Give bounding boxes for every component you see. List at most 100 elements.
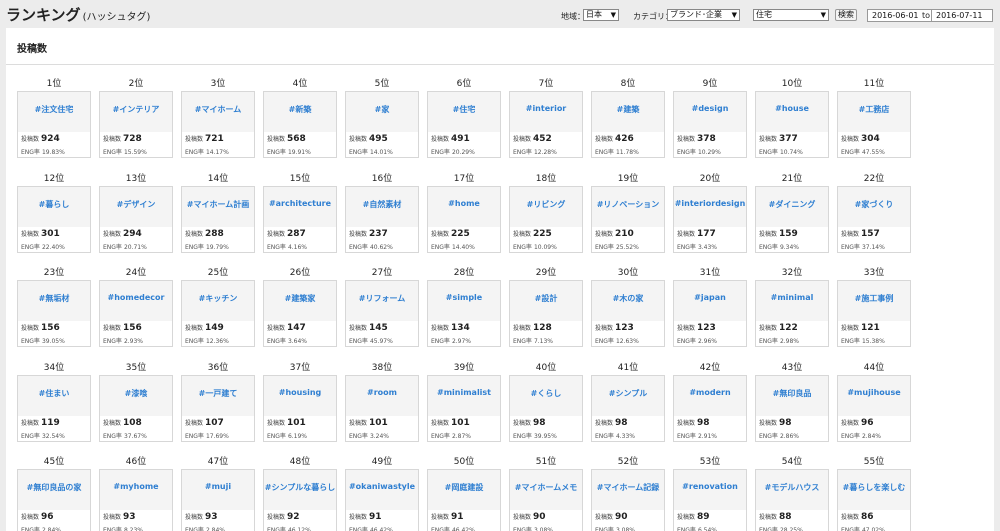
hashtag-card[interactable]: #インテリア 投稿数 728 ENG率 15.59% [99,91,173,158]
hashtag-link[interactable]: #home [428,199,500,208]
hashtag-link[interactable]: #注文住宅 [18,104,90,115]
hashtag-link[interactable]: #okaniwastyle [346,482,418,491]
hashtag-link[interactable]: #シンプルな暮らし [264,482,336,493]
hashtag-card[interactable]: #暮らしを楽しむ 投稿数 86 ENG率 47.02% [837,469,911,531]
hashtag-card[interactable]: #マイホーム記録 投稿数 90 ENG率 3.08% [591,469,665,531]
hashtag-link[interactable]: #住宅 [428,104,500,115]
hashtag-card[interactable]: #工務店 投稿数 304 ENG率 47.55% [837,91,911,158]
hashtag-link[interactable]: #interior [510,104,582,113]
hashtag-link[interactable]: #キッチン [182,293,254,304]
hashtag-link[interactable]: #新築 [264,104,336,115]
hashtag-card[interactable]: #house 投稿数 377 ENG率 10.74% [755,91,829,158]
hashtag-link[interactable]: #デザイン [100,199,172,210]
hashtag-link[interactable]: #岡庭建設 [428,482,500,493]
hashtag-card[interactable]: #simple 投稿数 134 ENG率 2.97% [427,280,501,347]
hashtag-card[interactable]: #interior 投稿数 452 ENG率 12.28% [509,91,583,158]
hashtag-card[interactable]: #シンプル 投稿数 98 ENG率 4.33% [591,374,665,442]
hashtag-card[interactable]: #muji 投稿数 93 ENG率 2.84% [181,469,255,531]
hashtag-card[interactable]: #リフォーム 投稿数 145 ENG率 45.97% [345,280,419,347]
hashtag-card[interactable]: #住まい 投稿数 119 ENG率 32.54% [17,374,91,442]
hashtag-card[interactable]: #無垢材 投稿数 156 ENG率 39.05% [17,280,91,347]
hashtag-card[interactable]: #minimalist 投稿数 101 ENG率 2.87% [427,374,501,442]
hashtag-card[interactable]: #無印良品の家 投稿数 96 ENG率 2.84% [17,469,91,531]
hashtag-card[interactable]: #一戸建て 投稿数 107 ENG率 17.69% [181,374,255,442]
hashtag-link[interactable]: #無印良品の家 [18,482,90,493]
hashtag-link[interactable]: #minimal [756,293,828,302]
hashtag-link[interactable]: #一戸建て [182,388,254,399]
hashtag-card[interactable]: #漆喰 投稿数 108 ENG率 37.67% [99,374,173,442]
hashtag-card[interactable]: #無印良品 投稿数 98 ENG率 2.86% [755,374,829,442]
hashtag-card[interactable]: #マイホーム計画 投稿数 288 ENG率 19.79% [181,185,255,253]
hashtag-link[interactable]: #建築 [592,104,664,115]
hashtag-card[interactable]: #家 投稿数 495 ENG率 14.01% [345,91,419,158]
hashtag-card[interactable]: #建築家 投稿数 147 ENG率 3.64% [263,280,337,347]
hashtag-card[interactable]: #シンプルな暮らし 投稿数 92 ENG率 46.12% [263,469,337,531]
hashtag-card[interactable]: #okaniwastyle 投稿数 91 ENG率 46.42% [345,469,419,531]
hashtag-card[interactable]: #設計 投稿数 128 ENG率 7.13% [509,280,583,347]
hashtag-card[interactable]: #建築 投稿数 426 ENG率 11.78% [591,91,665,158]
hashtag-link[interactable]: #無垢材 [18,293,90,304]
hashtag-link[interactable]: #リビング [510,199,582,210]
hashtag-card[interactable]: #新築 投稿数 568 ENG率 19.91% [263,91,337,158]
hashtag-link[interactable]: #マイホームメモ [510,482,582,493]
hashtag-card[interactable]: #デザイン 投稿数 294 ENG率 20.71% [99,185,173,253]
hashtag-link[interactable]: #暮らし [18,199,90,210]
hashtag-card[interactable]: #design 投稿数 378 ENG率 10.29% [673,91,747,158]
hashtag-card[interactable]: #マイホーム 投稿数 721 ENG率 14.17% [181,91,255,158]
hashtag-link[interactable]: #マイホーム記録 [592,482,664,493]
hashtag-link[interactable]: #自然素材 [346,199,418,210]
search-button[interactable]: 検索 [835,9,857,21]
hashtag-link[interactable]: #myhome [100,482,172,491]
hashtag-link[interactable]: #建築家 [264,293,336,304]
hashtag-card[interactable]: #マイホームメモ 投稿数 90 ENG率 3.08% [509,469,583,531]
hashtag-link[interactable]: #architecture [264,199,336,208]
hashtag-link[interactable]: #japan [674,293,746,302]
hashtag-link[interactable]: #住まい [18,388,90,399]
hashtag-link[interactable]: #マイホーム [182,104,254,115]
hashtag-link[interactable]: #工務店 [838,104,910,115]
hashtag-card[interactable]: #くらし 投稿数 98 ENG率 39.95% [509,374,583,442]
hashtag-card[interactable]: #renovation 投稿数 89 ENG率 6.54% [673,469,747,531]
hashtag-link[interactable]: #無印良品 [756,388,828,399]
hashtag-link[interactable]: #漆喰 [100,388,172,399]
hashtag-card[interactable]: #homedecor 投稿数 156 ENG率 2.93% [99,280,173,347]
hashtag-link[interactable]: #muji [182,482,254,491]
hashtag-card[interactable]: #暮らし 投稿数 301 ENG率 22.40% [17,185,91,253]
hashtag-link[interactable]: #room [346,388,418,397]
hashtag-link[interactable]: #homedecor [100,293,172,302]
hashtag-link[interactable]: #シンプル [592,388,664,399]
hashtag-card[interactable]: #住宅 投稿数 491 ENG率 20.29% [427,91,501,158]
hashtag-card[interactable]: #room 投稿数 101 ENG率 3.24% [345,374,419,442]
hashtag-card[interactable]: #myhome 投稿数 93 ENG率 8.23% [99,469,173,531]
hashtag-link[interactable]: #house [756,104,828,113]
hashtag-link[interactable]: #くらし [510,388,582,399]
hashtag-card[interactable]: #japan 投稿数 123 ENG率 2.96% [673,280,747,347]
hashtag-link[interactable]: #木の家 [592,293,664,304]
hashtag-link[interactable]: #施工事例 [838,293,910,304]
hashtag-card[interactable]: #家づくり 投稿数 157 ENG率 37.14% [837,185,911,253]
hashtag-card[interactable]: #キッチン 投稿数 149 ENG率 12.36% [181,280,255,347]
hashtag-card[interactable]: #自然素材 投稿数 237 ENG率 40.62% [345,185,419,253]
subcategory-select[interactable]: 住宅 ▼ [753,9,829,21]
hashtag-card[interactable]: #岡庭建設 投稿数 91 ENG率 46.42% [427,469,501,531]
hashtag-card[interactable]: #モデルハウス 投稿数 88 ENG率 28.25% [755,469,829,531]
hashtag-link[interactable]: #家づくり [838,199,910,210]
hashtag-card[interactable]: #home 投稿数 225 ENG率 14.40% [427,185,501,253]
hashtag-card[interactable]: #housing 投稿数 101 ENG率 6.19% [263,374,337,442]
hashtag-link[interactable]: #simple [428,293,500,302]
hashtag-card[interactable]: #施工事例 投稿数 121 ENG率 15.38% [837,280,911,347]
hashtag-link[interactable]: #設計 [510,293,582,304]
hashtag-link[interactable]: #家 [346,104,418,115]
date-to-input[interactable]: 2016-07-11 [931,9,993,22]
hashtag-link[interactable]: #minimalist [428,388,500,397]
hashtag-link[interactable]: #interiordesign [674,199,746,208]
category-select[interactable]: ブランド･企業 ▼ [667,9,740,21]
hashtag-card[interactable]: #リビング 投稿数 225 ENG率 10.09% [509,185,583,253]
hashtag-link[interactable]: #インテリア [100,104,172,115]
hashtag-link[interactable]: #ダイニング [756,199,828,210]
hashtag-link[interactable]: #renovation [674,482,746,491]
hashtag-link[interactable]: #mujihouse [838,388,910,397]
hashtag-link[interactable]: #modern [674,388,746,397]
hashtag-card[interactable]: #mujihouse 投稿数 96 ENG率 2.84% [837,374,911,442]
hashtag-card[interactable]: #リノベーション 投稿数 210 ENG率 25.52% [591,185,665,253]
